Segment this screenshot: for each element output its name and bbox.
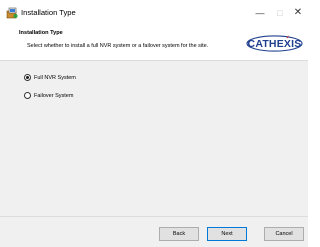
- svg-text:CATHEXIS: CATHEXIS: [248, 38, 302, 50]
- title-bar[interactable]: Installation Type — □ ✕: [0, 0, 308, 26]
- option-full-nvr-label[interactable]: Full NVR System: [34, 75, 76, 81]
- installer-window: Installation Type — □ ✕ Installation Typ…: [0, 0, 308, 247]
- option-failover-label[interactable]: Failover System: [34, 93, 73, 99]
- radio-failover[interactable]: [24, 92, 31, 99]
- header-title: Installation Type: [19, 30, 63, 36]
- minimize-button[interactable]: —: [252, 6, 268, 20]
- cathexis-logo: CATHEXIS: [246, 35, 303, 52]
- back-button[interactable]: Back: [159, 227, 199, 241]
- cancel-button[interactable]: Cancel: [264, 227, 304, 241]
- option-failover[interactable]: Failover System: [24, 91, 73, 100]
- header-subtitle: Select whether to install a full NVR sys…: [27, 43, 209, 49]
- window-title: Installation Type: [21, 8, 76, 17]
- wizard-header: Installation Type Select whether to inst…: [0, 26, 308, 61]
- option-full-nvr[interactable]: Full NVR System: [24, 73, 76, 82]
- maximize-button[interactable]: □: [272, 6, 288, 20]
- next-button[interactable]: Next: [207, 227, 247, 241]
- radio-full-nvr[interactable]: [24, 74, 31, 81]
- close-button[interactable]: ✕: [290, 6, 306, 20]
- installer-app-icon: [6, 7, 18, 19]
- options-panel: Full NVR System Failover System: [0, 61, 308, 216]
- wizard-footer: Back Next Cancel: [0, 216, 308, 247]
